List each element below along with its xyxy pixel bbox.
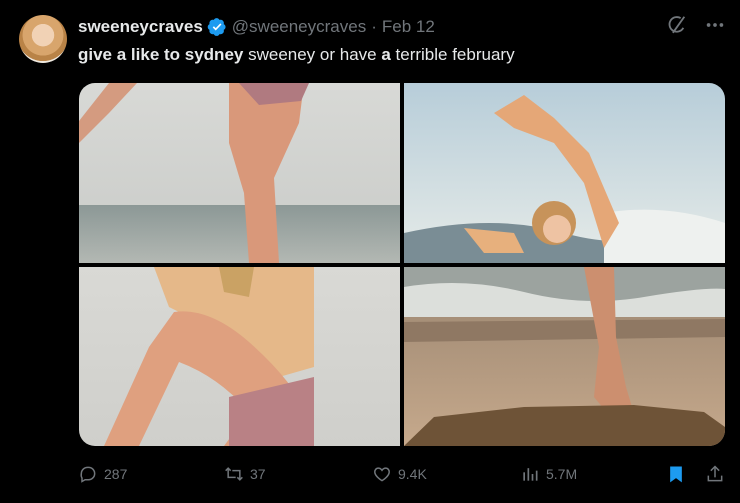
avatar[interactable] bbox=[19, 15, 67, 63]
timestamp[interactable]: Feb 12 bbox=[382, 17, 435, 37]
tweet-text-3: terrible february bbox=[390, 45, 515, 64]
views-count: 5.7M bbox=[546, 466, 578, 482]
photo-2[interactable] bbox=[404, 83, 725, 263]
header-actions bbox=[666, 14, 726, 36]
more-icon[interactable] bbox=[704, 14, 726, 36]
repost-count: 37 bbox=[250, 466, 266, 482]
repost-icon bbox=[225, 467, 243, 481]
tweet-header: sweeneycraves @sweeneycraves · Feb 12 bbox=[78, 16, 435, 38]
action-bar: 287 37 9.4K 5.7M bbox=[78, 462, 728, 486]
display-name[interactable]: sweeneycraves bbox=[78, 17, 203, 37]
views-button[interactable]: 5.7M bbox=[520, 462, 577, 486]
repost-button[interactable]: 37 bbox=[224, 462, 266, 486]
media-grid bbox=[79, 83, 725, 446]
reply-icon bbox=[80, 466, 96, 483]
reply-button[interactable]: 287 bbox=[78, 462, 127, 486]
like-icon bbox=[374, 467, 390, 482]
like-button[interactable]: 9.4K bbox=[372, 462, 427, 486]
verified-badge-icon[interactable] bbox=[207, 17, 227, 37]
views-icon bbox=[523, 468, 538, 481]
handle[interactable]: @sweeneycraves bbox=[232, 17, 366, 37]
like-count: 9.4K bbox=[398, 466, 427, 482]
separator: · bbox=[371, 17, 377, 36]
tweet-text: give a like to sydney sweeney or have a … bbox=[78, 44, 515, 66]
reply-count: 287 bbox=[104, 466, 128, 482]
tweet-text-bold-1: give a like to sydney bbox=[78, 45, 244, 64]
photo-3[interactable] bbox=[79, 267, 400, 446]
tweet[interactable]: sweeneycraves @sweeneycraves · Feb 12 gi… bbox=[0, 0, 740, 503]
bookmark-button[interactable] bbox=[666, 462, 686, 486]
tweet-text-bold-2: a bbox=[381, 45, 391, 64]
bookmark-icon bbox=[670, 466, 682, 483]
share-icon bbox=[707, 465, 723, 482]
tweet-text-2: sweeney or have bbox=[243, 45, 382, 64]
grok-icon[interactable] bbox=[666, 14, 688, 36]
share-button[interactable] bbox=[705, 462, 725, 486]
photo-1[interactable] bbox=[79, 83, 400, 263]
photo-4[interactable] bbox=[404, 267, 725, 446]
